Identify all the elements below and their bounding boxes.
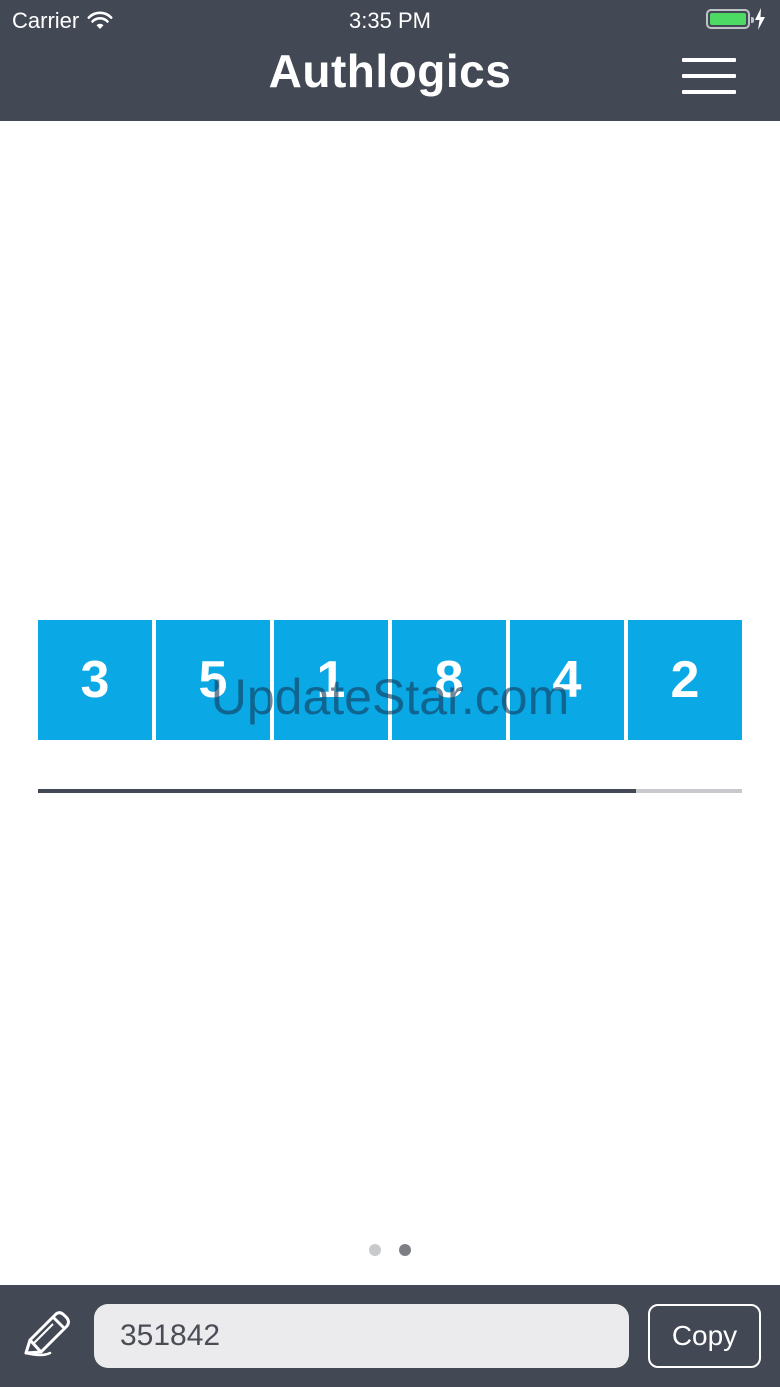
page-indicator bbox=[0, 1244, 780, 1256]
token-timer-fill bbox=[38, 789, 637, 793]
pencil-icon[interactable] bbox=[20, 1309, 74, 1359]
battery-fill bbox=[710, 13, 746, 25]
page-dot-2[interactable] bbox=[399, 1244, 411, 1256]
token-digit: 8 bbox=[392, 620, 506, 740]
bottom-bar: Copy bbox=[0, 1285, 780, 1387]
top-bar: Carrier 3:35 PM Authlogics bbox=[0, 0, 780, 121]
status-time: 3:35 PM bbox=[349, 8, 431, 33]
token-digit: 2 bbox=[628, 620, 742, 740]
token-digits: 3 5 1 8 4 2 bbox=[38, 620, 742, 740]
page-dot-1[interactable] bbox=[369, 1244, 381, 1256]
token-digit: 1 bbox=[274, 620, 388, 740]
token-digit: 4 bbox=[510, 620, 624, 740]
battery-indicator bbox=[706, 8, 766, 30]
app-logo: Authlogics bbox=[268, 45, 512, 97]
battery-icon bbox=[706, 9, 754, 29]
charging-bolt-icon bbox=[755, 8, 765, 30]
copy-button[interactable]: Copy bbox=[648, 1304, 761, 1368]
token-timer-bar bbox=[38, 789, 742, 793]
code-field[interactable] bbox=[94, 1304, 629, 1368]
token-digit: 5 bbox=[156, 620, 270, 740]
hamburger-menu-icon[interactable] bbox=[682, 58, 736, 100]
token-digit: 3 bbox=[38, 620, 152, 740]
